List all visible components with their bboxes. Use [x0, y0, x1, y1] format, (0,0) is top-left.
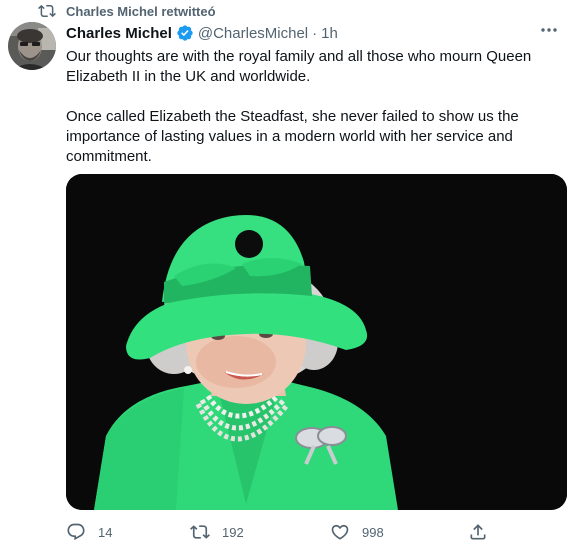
tweet-text: Our thoughts are with the royal family a… — [66, 47, 566, 167]
retweet-count: 192 — [222, 524, 244, 540]
retweet-button[interactable]: 192 — [190, 520, 244, 544]
author-handle[interactable]: @CharlesMichel — [198, 25, 308, 42]
avatar-image — [8, 22, 56, 70]
tweet-paragraph-1: Our thoughts are with the royal family a… — [66, 48, 532, 85]
like-button[interactable]: 998 — [330, 520, 384, 544]
retweet-icon — [190, 525, 210, 539]
avatar[interactable] — [8, 22, 56, 70]
tweet-header: Charles Michel @CharlesMichel · 1h — [66, 22, 338, 44]
tweet-paragraph-2: Once called Elizabeth the Steadfast, she… — [66, 108, 519, 165]
retweet-icon — [38, 4, 56, 18]
like-icon — [331, 524, 349, 540]
share-button[interactable] — [468, 520, 488, 544]
retweet-context-text[interactable]: Charles Michel retwitteó — [66, 4, 216, 19]
tweet-photo[interactable] — [66, 174, 567, 510]
share-icon — [470, 524, 486, 540]
tweet-timestamp[interactable]: 1h — [321, 25, 338, 42]
retweet-context: Charles Michel retwitteó — [38, 2, 216, 20]
separator-dot: · — [312, 24, 318, 42]
queen-photo — [66, 174, 567, 510]
like-count: 998 — [362, 524, 384, 540]
more-options-button[interactable] — [536, 22, 562, 38]
more-options-icon — [541, 28, 557, 32]
verified-badge-icon — [177, 25, 193, 41]
tweet-actions: 14 192 998 — [66, 520, 556, 544]
reply-count: 14 — [98, 524, 113, 540]
reply-button[interactable]: 14 — [66, 520, 112, 544]
author-name[interactable]: Charles Michel — [66, 25, 172, 42]
reply-icon — [67, 523, 85, 541]
